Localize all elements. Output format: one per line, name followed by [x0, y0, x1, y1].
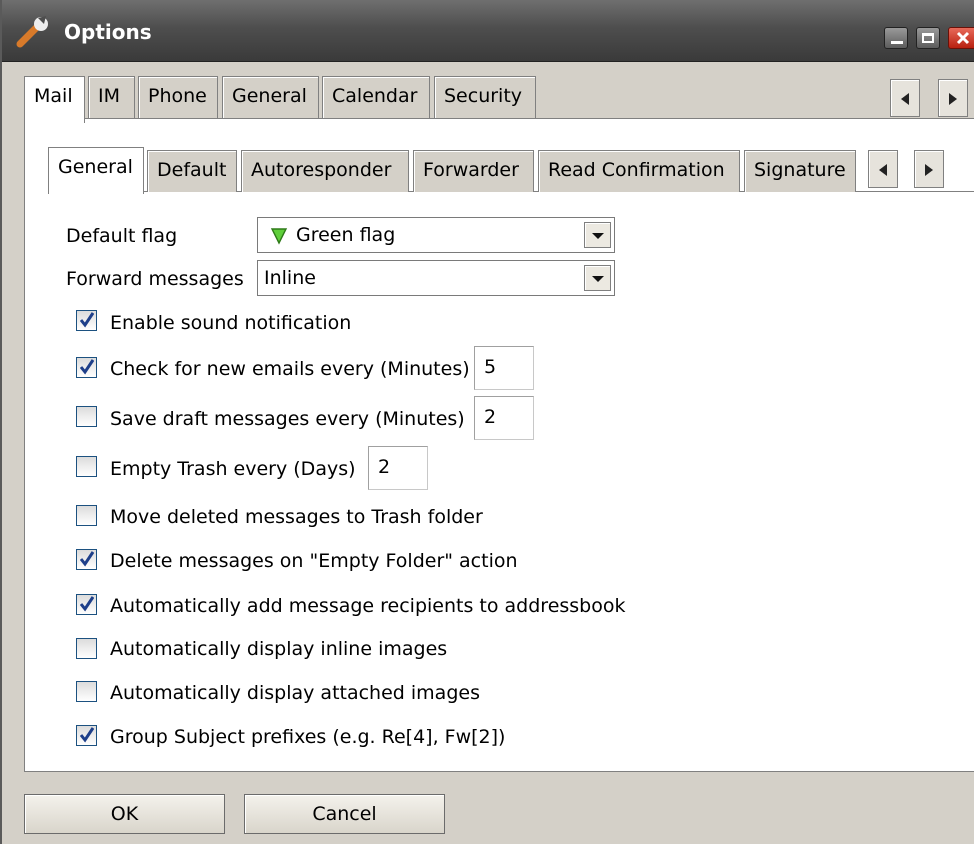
add-recipients-label: Automatically add message recipients to … — [110, 595, 626, 617]
subtab-general-label: General — [58, 156, 133, 178]
add-recipients-checkbox[interactable] — [76, 594, 97, 615]
tab-general[interactable]: General — [222, 76, 319, 118]
title-bar[interactable]: Options — [2, 0, 974, 62]
default-flag-select[interactable]: Green flag — [257, 217, 615, 253]
inline-images-label: Automatically display inline images — [110, 638, 448, 660]
group-prefixes-checkbox[interactable] — [76, 725, 97, 746]
arrow-right-icon — [949, 93, 957, 105]
options-window: Options Mail IM Phone General Calendar S… — [0, 0, 974, 844]
subtab-general[interactable]: General — [48, 147, 144, 194]
tab-calendar[interactable]: Calendar — [322, 76, 430, 118]
forward-messages-value: Inline — [264, 267, 316, 289]
subtab-signature[interactable]: Signature — [744, 150, 856, 192]
subtab-signature-label: Signature — [754, 159, 846, 181]
checkmark-icon — [80, 312, 94, 328]
empty-trash-days-value: 2 — [378, 456, 391, 478]
attached-images-label: Automatically display attached images — [110, 682, 480, 704]
checkmark-icon — [80, 359, 94, 375]
subtab-read-confirmation-label: Read Confirmation — [548, 159, 725, 181]
chevron-down-icon — [592, 276, 604, 282]
save-drafts-minutes-value: 2 — [484, 406, 497, 428]
arrow-left-icon — [879, 164, 887, 176]
subtab-autoresponder[interactable]: Autoresponder — [241, 150, 409, 192]
main-tabs-scroll-left[interactable] — [890, 79, 920, 117]
arrow-left-icon — [901, 93, 909, 105]
checkmark-icon — [80, 727, 94, 743]
chevron-down-icon — [592, 233, 604, 239]
maximize-button[interactable] — [916, 27, 940, 49]
inline-images-checkbox[interactable] — [76, 638, 97, 659]
subtab-default-label: Default — [157, 159, 227, 181]
subtab-forwarder-label: Forwarder — [423, 159, 519, 181]
forward-messages-select[interactable]: Inline — [257, 260, 615, 296]
arrow-right-icon — [925, 164, 933, 176]
tab-mail-label: Mail — [34, 85, 73, 107]
subtab-autoresponder-label: Autoresponder — [251, 159, 392, 181]
delete-empty-folder-label: Delete messages on "Empty Folder" action — [110, 550, 518, 572]
check-new-emails-minutes-value: 5 — [484, 356, 497, 378]
cancel-button-label: Cancel — [312, 803, 377, 825]
subtab-default[interactable]: Default — [147, 150, 237, 192]
move-deleted-checkbox[interactable] — [76, 505, 97, 526]
default-flag-value: Green flag — [296, 224, 396, 246]
ok-button-label: OK — [110, 803, 139, 825]
group-prefixes-label: Group Subject prefixes (e.g. Re[4], Fw[2… — [110, 726, 506, 748]
tab-mail[interactable]: Mail — [24, 76, 85, 123]
attached-images-checkbox[interactable] — [76, 681, 97, 702]
window-title: Options — [64, 20, 152, 44]
subtab-forwarder[interactable]: Forwarder — [413, 150, 534, 192]
delete-empty-folder-checkbox[interactable] — [76, 549, 97, 570]
forward-messages-dropdown-button[interactable] — [584, 265, 611, 291]
default-flag-dropdown-button[interactable] — [584, 222, 611, 248]
tab-phone-label: Phone — [148, 85, 207, 107]
sub-tabs-scroll-left[interactable] — [868, 150, 898, 188]
tab-security[interactable]: Security — [434, 76, 536, 118]
default-flag-label: Default flag — [66, 225, 178, 247]
cancel-button[interactable]: Cancel — [244, 794, 445, 834]
forward-messages-label: Forward messages — [66, 268, 244, 290]
close-button[interactable] — [948, 27, 974, 49]
empty-trash-days-input[interactable]: 2 — [368, 446, 428, 490]
subtab-read-confirmation[interactable]: Read Confirmation — [538, 150, 740, 192]
save-drafts-minutes-input[interactable]: 2 — [474, 396, 534, 440]
empty-trash-label: Empty Trash every (Days) — [110, 458, 356, 480]
enable-sound-label: Enable sound notification — [110, 312, 352, 334]
tab-calendar-label: Calendar — [332, 85, 418, 107]
ok-button[interactable]: OK — [24, 794, 225, 834]
check-new-emails-checkbox[interactable] — [76, 357, 97, 378]
enable-sound-checkbox[interactable] — [76, 310, 97, 331]
checkmark-icon — [80, 596, 94, 612]
save-drafts-checkbox[interactable] — [76, 406, 97, 427]
main-tabs-scroll-right[interactable] — [938, 79, 968, 117]
checkmark-icon — [80, 551, 94, 567]
save-drafts-label: Save draft messages every (Minutes) — [110, 408, 465, 430]
minimize-button[interactable] — [884, 27, 908, 49]
sub-tabs-scroll-right[interactable] — [914, 150, 944, 188]
check-new-emails-label: Check for new emails every (Minutes) — [110, 358, 470, 380]
check-new-emails-minutes-input[interactable]: 5 — [474, 346, 534, 390]
flag-icon — [270, 228, 288, 245]
tab-im[interactable]: IM — [88, 76, 135, 118]
tab-im-label: IM — [98, 85, 120, 107]
move-deleted-label: Move deleted messages to Trash folder — [110, 506, 483, 528]
tab-security-label: Security — [444, 85, 523, 107]
wrench-icon — [16, 16, 48, 48]
close-icon — [956, 31, 970, 45]
tab-general-label: General — [232, 85, 307, 107]
empty-trash-checkbox[interactable] — [76, 456, 97, 477]
tab-phone[interactable]: Phone — [138, 76, 218, 118]
